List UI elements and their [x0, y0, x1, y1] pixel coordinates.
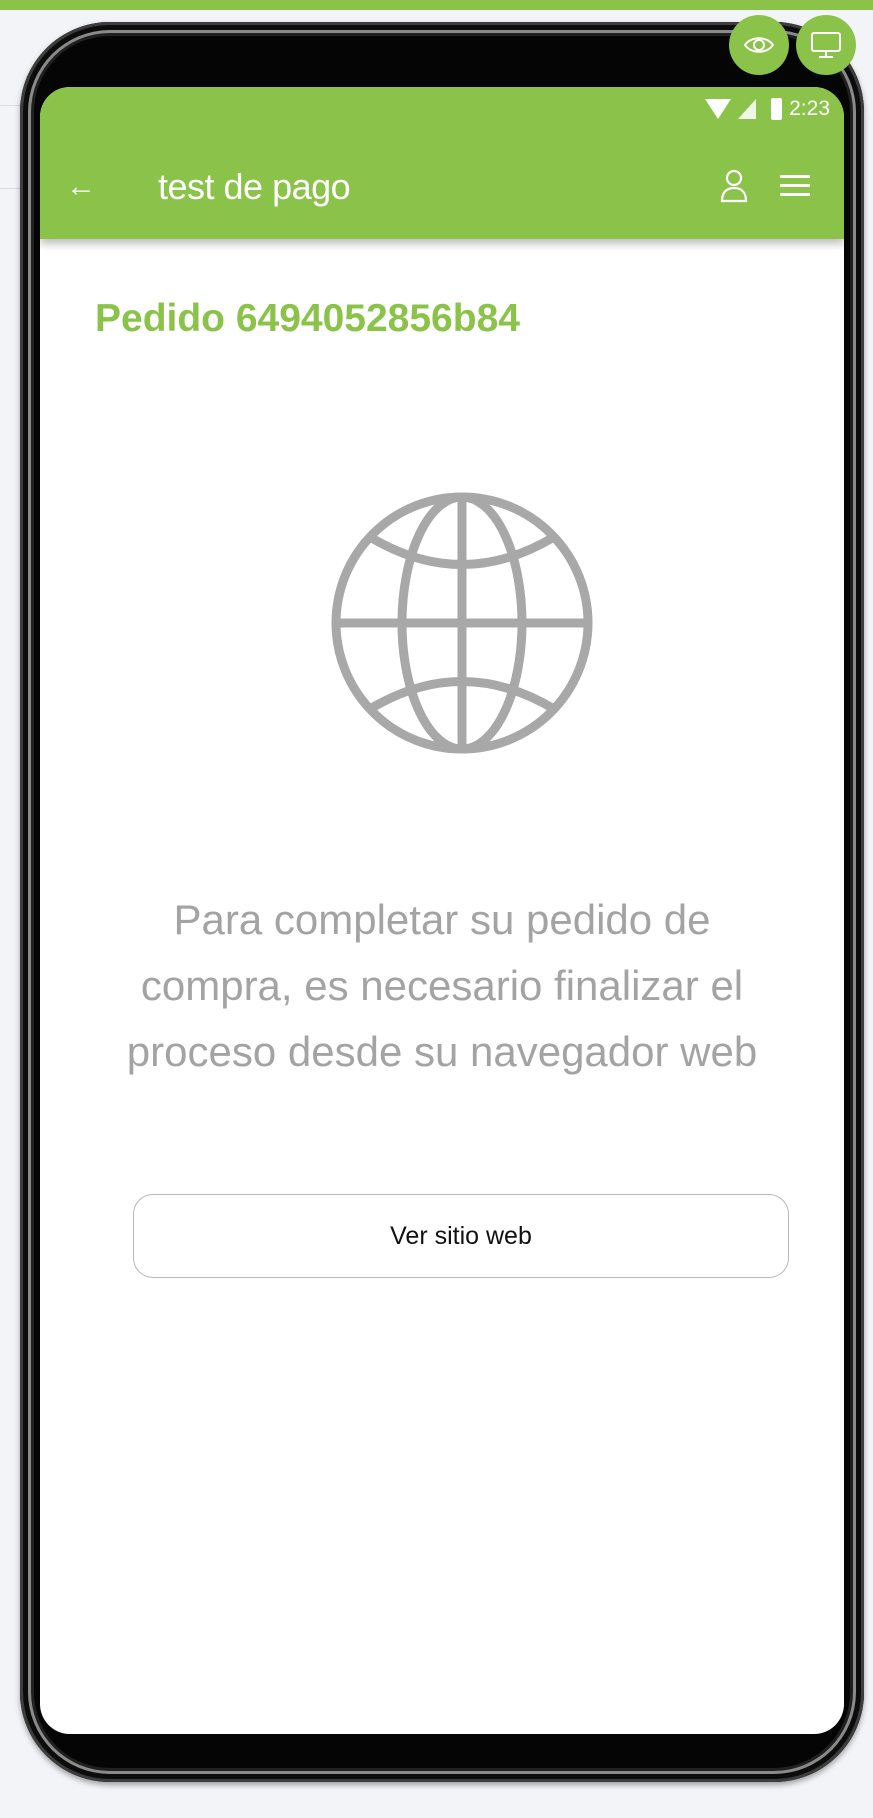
- user-icon[interactable]: [720, 169, 748, 208]
- phone-frame: 2:23 ← test de pago Pedido 6494052856b84: [20, 22, 864, 1782]
- page-title: test de pago: [158, 166, 351, 207]
- wifi-icon: [705, 99, 732, 119]
- app-bar: 2:23 ← test de pago: [40, 87, 844, 239]
- info-message: Para completar su pedido de compra, es n…: [80, 887, 804, 1085]
- signal-icon: [738, 99, 757, 119]
- top-accent-line: [0, 0, 873, 10]
- status-bar: 2:23: [705, 97, 830, 121]
- eye-icon: [743, 37, 775, 53]
- back-arrow-icon[interactable]: ←: [66, 172, 96, 202]
- message-line: Para completar su pedido de: [173, 896, 711, 943]
- monitor-icon: [811, 32, 841, 58]
- background-divider: [0, 105, 22, 106]
- phone-screen: 2:23 ← test de pago Pedido 6494052856b84: [40, 87, 844, 1734]
- desktop-view-button[interactable]: [796, 15, 856, 75]
- preview-button[interactable]: [729, 15, 789, 75]
- message-line: proceso desde su navegador web: [126, 1028, 758, 1075]
- background-divider: [0, 188, 22, 189]
- message-line: compra, es necesario finalizar el: [140, 962, 744, 1009]
- status-time: 2:23: [789, 97, 830, 120]
- menu-icon[interactable]: [780, 173, 810, 204]
- battery-icon: [771, 98, 783, 120]
- order-title: Pedido 6494052856b84: [95, 297, 520, 340]
- globe-icon: [331, 492, 593, 759]
- view-website-button[interactable]: Ver sitio web: [133, 1194, 789, 1278]
